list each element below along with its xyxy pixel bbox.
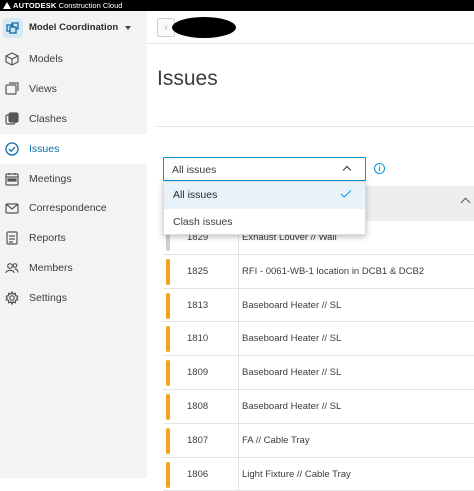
- issue-id: 1825: [187, 265, 209, 277]
- autodesk-logo-icon: [3, 2, 11, 9]
- sidebar-item-members[interactable]: Members: [0, 253, 147, 283]
- chevron-down-icon: [125, 25, 132, 30]
- status-indicator: [166, 292, 170, 319]
- sidebar-item-correspondence[interactable]: Correspondence: [0, 193, 147, 223]
- divider: [157, 126, 474, 127]
- views-icon: [4, 81, 19, 96]
- cube-icon: [4, 51, 19, 66]
- project-name: Model Coordination: [29, 22, 119, 33]
- issue-id: 1808: [187, 400, 209, 412]
- sidebar-item-label: Clashes: [29, 112, 67, 125]
- menu-item-all-issues[interactable]: All issues: [164, 182, 365, 209]
- sidebar-item-label: Reports: [29, 232, 66, 245]
- issues-table: 1829 Exhaust Louver // Wall 1825 RFI - 0…: [163, 221, 474, 491]
- product-name: Construction Cloud: [58, 1, 123, 10]
- column-divider: [238, 389, 239, 424]
- members-icon: [4, 261, 19, 276]
- issue-id: 1807: [187, 434, 209, 446]
- model-coordination-icon: [3, 17, 23, 38]
- project-selector[interactable]: Model Coordination: [0, 11, 147, 44]
- table-row[interactable]: 1806 Light Fixture // Cable Tray: [163, 457, 474, 491]
- sidebar-item-label: Models: [29, 52, 63, 65]
- issue-filter-menu: All issues Clash issues: [163, 181, 366, 235]
- sidebar-item-clashes[interactable]: Clashes: [0, 104, 147, 134]
- info-icon[interactable]: i: [374, 163, 385, 174]
- issue-title: Baseboard Heater // SL: [242, 333, 342, 345]
- column-divider: [238, 254, 239, 289]
- table-row[interactable]: 1825 RFI - 0061-WB-1 location in DCB1 & …: [163, 254, 474, 289]
- menu-item-clash-issues[interactable]: Clash issues: [164, 209, 365, 236]
- checkmark-icon: [340, 187, 352, 198]
- column-divider: [238, 423, 239, 458]
- main-content: Issues 1829 Exhaust Louver // Wall 1825 …: [147, 44, 474, 491]
- sidebar-item-models[interactable]: Models: [0, 44, 147, 74]
- redacted-breadcrumb: [172, 17, 236, 38]
- sidebar: Model Coordination Models Views Clashes …: [0, 11, 147, 478]
- sidebar-item-label: Correspondence: [29, 202, 107, 215]
- issue-title: Baseboard Heater // SL: [242, 367, 342, 379]
- table-row[interactable]: 1808 Baseboard Heater // SL: [163, 389, 474, 424]
- column-divider: [238, 457, 239, 491]
- issue-id: 1810: [187, 333, 209, 345]
- column-divider: [238, 288, 239, 323]
- chevron-up-icon: [342, 165, 352, 175]
- brand-name: AUTODESK: [13, 1, 57, 10]
- status-indicator: [166, 326, 170, 353]
- status-indicator: [166, 461, 170, 488]
- status-indicator: [166, 427, 170, 454]
- column-divider: [238, 356, 239, 390]
- issue-title: Baseboard Heater // SL: [242, 400, 342, 412]
- sort-caret-icon[interactable]: [460, 197, 471, 208]
- status-indicator: [166, 393, 170, 420]
- top-bar: AUTODESK Construction Cloud: [0, 0, 474, 11]
- table-row[interactable]: 1810 Baseboard Heater // SL: [163, 322, 474, 357]
- mail-icon: [4, 201, 19, 216]
- issue-title: RFI - 0061-WB-1 location in DCB1 & DCB2: [242, 265, 425, 277]
- issue-filter-select[interactable]: All issues: [163, 157, 366, 181]
- sidebar-item-label: Issues: [29, 142, 60, 155]
- issue-title: Baseboard Heater // SL: [242, 299, 342, 311]
- sidebar-nav: Models Views Clashes Issues Meetings Cor…: [0, 44, 147, 313]
- check-circle-icon: [4, 141, 19, 156]
- status-indicator: [166, 258, 170, 285]
- issue-id: 1813: [187, 299, 209, 311]
- issue-title: FA // Cable Tray: [242, 434, 310, 446]
- report-icon: [4, 231, 19, 246]
- gear-icon: [4, 291, 19, 306]
- page-title: Issues: [157, 67, 218, 90]
- sidebar-item-label: Settings: [29, 292, 67, 305]
- issue-id: 1809: [187, 367, 209, 379]
- sidebar-item-label: Meetings: [29, 172, 72, 185]
- column-divider: [238, 322, 239, 357]
- sidebar-item-issues[interactable]: Issues: [0, 133, 147, 164]
- issue-filter-value: All issues: [172, 164, 217, 176]
- sidebar-item-meetings[interactable]: Meetings: [0, 164, 147, 194]
- status-indicator: [166, 360, 170, 387]
- sidebar-item-label: Members: [29, 262, 73, 275]
- sidebar-item-reports[interactable]: Reports: [0, 223, 147, 253]
- menu-item-label: Clash issues: [173, 216, 233, 228]
- sidebar-item-settings[interactable]: Settings: [0, 283, 147, 313]
- table-row[interactable]: 1807 FA // Cable Tray: [163, 423, 474, 458]
- calendar-icon: [4, 171, 19, 186]
- header-bar: ‹: [147, 11, 474, 44]
- sidebar-item-views[interactable]: Views: [0, 74, 147, 104]
- table-row[interactable]: 1809 Baseboard Heater // SL: [163, 356, 474, 390]
- clashes-icon: [4, 111, 19, 126]
- menu-item-label: All issues: [173, 189, 218, 201]
- sidebar-item-label: Views: [29, 82, 57, 95]
- table-row[interactable]: 1813 Baseboard Heater // SL: [163, 288, 474, 323]
- chevron-left-icon: ‹: [164, 22, 168, 33]
